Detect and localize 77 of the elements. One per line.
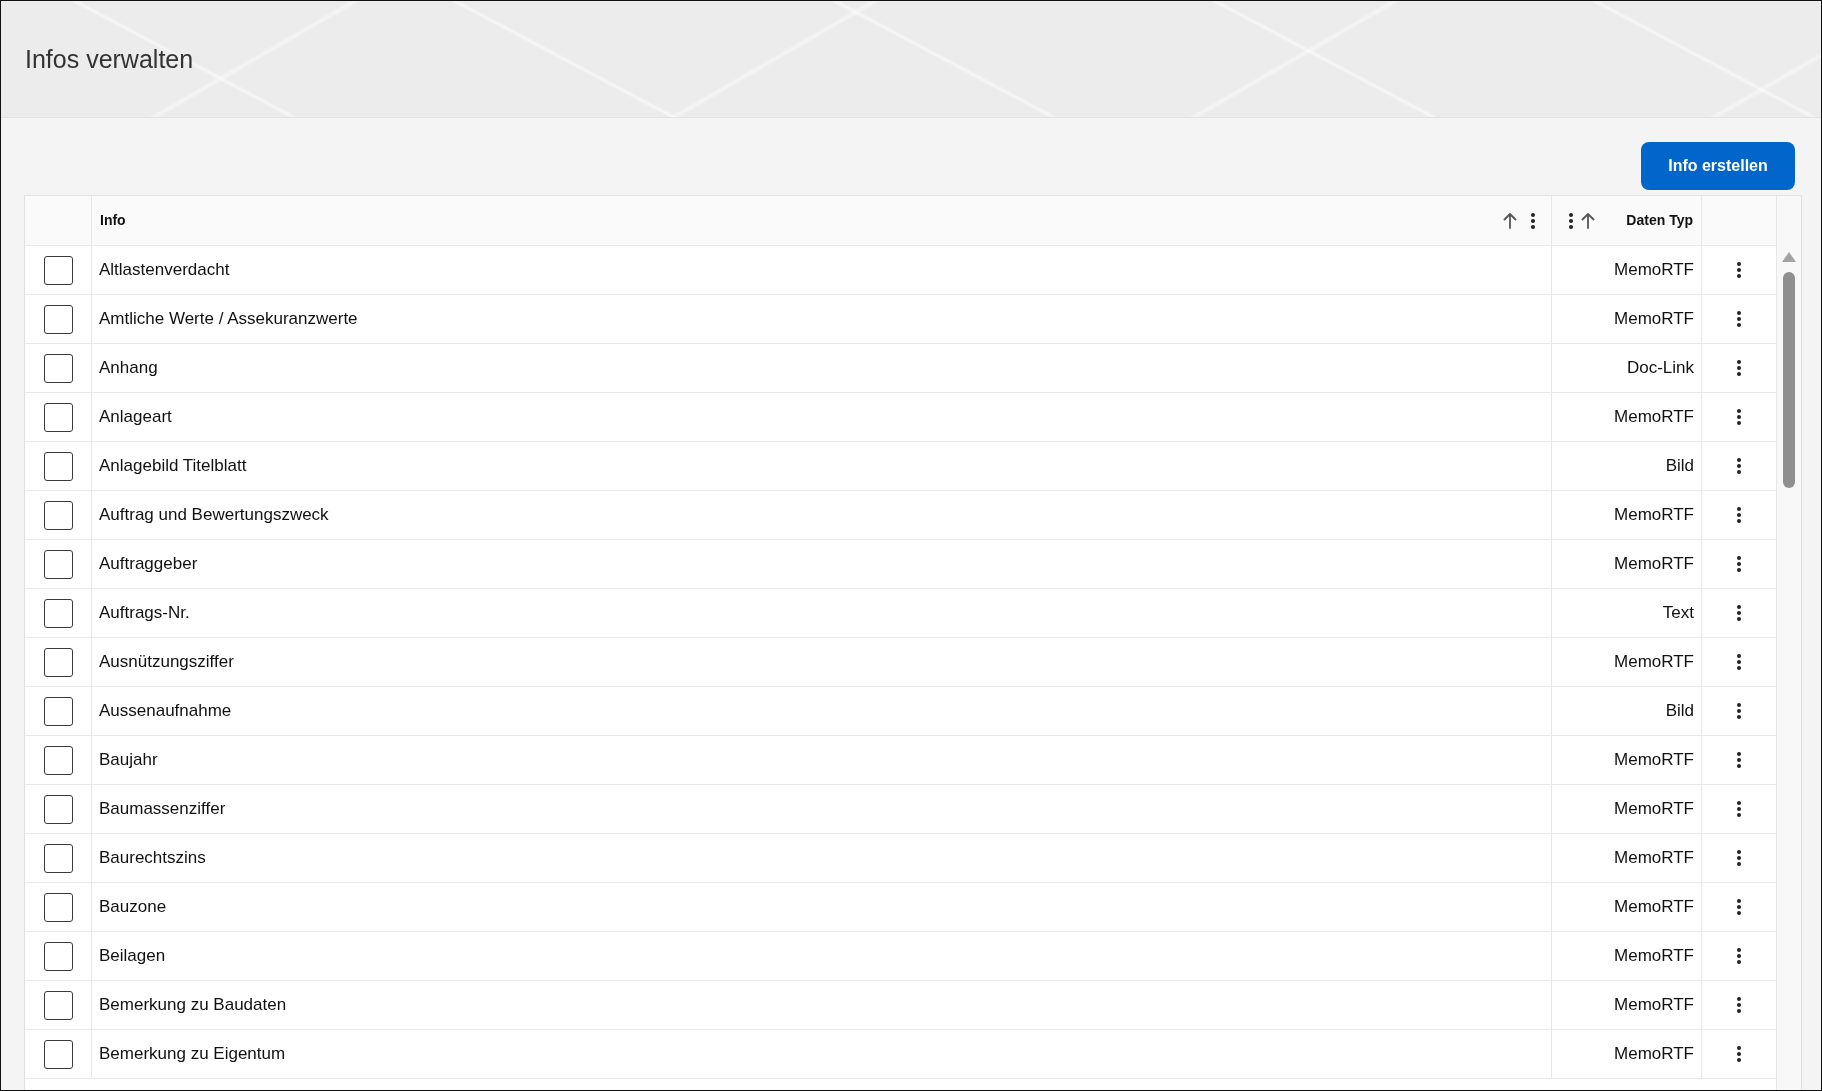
row-menu-icon[interactable] (1737, 997, 1741, 1013)
row-checkbox[interactable] (43, 647, 73, 677)
row-checkbox[interactable] (43, 598, 73, 628)
info-name: Auftraggeber (98, 553, 198, 576)
info-name: Auftrags-Nr. (98, 602, 190, 625)
row-menu-icon[interactable] (1737, 752, 1741, 768)
row-menu-icon[interactable] (1737, 507, 1741, 523)
row-menu-icon[interactable] (1737, 801, 1741, 817)
row-menu-icon[interactable] (1737, 948, 1741, 964)
data-type: MemoRTF (1614, 308, 1695, 331)
data-type: MemoRTF (1614, 994, 1695, 1017)
row-menu-icon[interactable] (1737, 262, 1741, 278)
row-menu-icon[interactable] (1737, 850, 1741, 866)
row-menu-icon[interactable] (1737, 654, 1741, 670)
row-checkbox[interactable] (43, 794, 73, 824)
info-name: Auftrag und Bewertungszweck (98, 504, 329, 527)
row-menu-icon[interactable] (1737, 899, 1741, 915)
info-name: Amtliche Werte / Assekuranzwerte (98, 308, 358, 331)
row-checkbox[interactable] (43, 353, 73, 383)
row-menu-icon[interactable] (1737, 360, 1741, 376)
row-checkbox[interactable] (43, 500, 73, 530)
row-checkbox[interactable] (43, 745, 73, 775)
data-type: Bild (1665, 455, 1695, 478)
info-name: Bemerkung zu Eigentum (98, 1043, 286, 1066)
info-name: Anlageart (98, 406, 172, 429)
page-title: Infos verwalten (25, 44, 194, 74)
info-name: Baurechtszins (98, 847, 206, 870)
data-type: Doc-Link (1626, 357, 1695, 380)
info-name: Baujahr (98, 749, 158, 772)
data-type: MemoRTF (1614, 504, 1695, 527)
scrollbar-thumb[interactable] (1783, 272, 1795, 488)
data-type: MemoRTF (1614, 259, 1695, 282)
row-menu-icon[interactable] (1737, 703, 1741, 719)
data-type: MemoRTF (1614, 651, 1695, 674)
row-checkbox[interactable] (43, 696, 73, 726)
sort-arrow-icon[interactable] (1503, 212, 1517, 229)
create-info-button[interactable]: Info erstellen (1641, 142, 1795, 190)
row-checkbox[interactable] (43, 990, 73, 1020)
data-type: MemoRTF (1614, 798, 1695, 821)
row-checkbox[interactable] (43, 892, 73, 922)
data-type: MemoRTF (1614, 406, 1695, 429)
info-name: Bauzone (98, 896, 167, 919)
row-menu-icon[interactable] (1737, 1046, 1741, 1062)
row-checkbox[interactable] (43, 402, 73, 432)
info-name: Bemerkung zu Baudaten (98, 994, 287, 1017)
column-menu-icon[interactable] (1569, 212, 1573, 229)
info-name: Baumassenziffer (98, 798, 226, 821)
row-checkbox[interactable] (43, 1039, 73, 1069)
data-type: Bild (1665, 700, 1695, 723)
row-menu-icon[interactable] (1737, 556, 1741, 572)
row-menu-icon[interactable] (1737, 605, 1741, 621)
row-checkbox[interactable] (43, 255, 73, 285)
row-menu-icon[interactable] (1737, 311, 1741, 327)
data-type: MemoRTF (1614, 847, 1695, 870)
data-type: Text (1662, 602, 1695, 625)
data-type: MemoRTF (1614, 553, 1695, 576)
column-header[interactable]: Daten Typ (1626, 210, 1693, 231)
info-name: Altlastenverdacht (98, 259, 230, 282)
data-type: MemoRTF (1614, 1043, 1695, 1066)
data-type: MemoRTF (1614, 896, 1695, 919)
column-header[interactable]: Info (100, 210, 126, 231)
data-type: MemoRTF (1614, 749, 1695, 772)
row-checkbox[interactable] (43, 549, 73, 579)
info-name: Anlagebild Titelblatt (98, 455, 247, 478)
data-type: MemoRTF (1614, 945, 1695, 968)
row-checkbox[interactable] (43, 843, 73, 873)
sort-arrow-icon[interactable] (1581, 212, 1595, 229)
row-checkbox[interactable] (43, 451, 73, 481)
info-name: Anhang (98, 357, 158, 380)
row-checkbox[interactable] (43, 304, 73, 334)
row-menu-icon[interactable] (1737, 458, 1741, 474)
info-name: Ausnützungsziffer (98, 651, 234, 674)
row-menu-icon[interactable] (1737, 409, 1741, 425)
row-checkbox[interactable] (43, 941, 73, 971)
info-name: Aussenaufnahme (98, 700, 232, 723)
column-menu-icon[interactable] (1531, 212, 1535, 229)
info-name: Beilagen (98, 945, 166, 968)
